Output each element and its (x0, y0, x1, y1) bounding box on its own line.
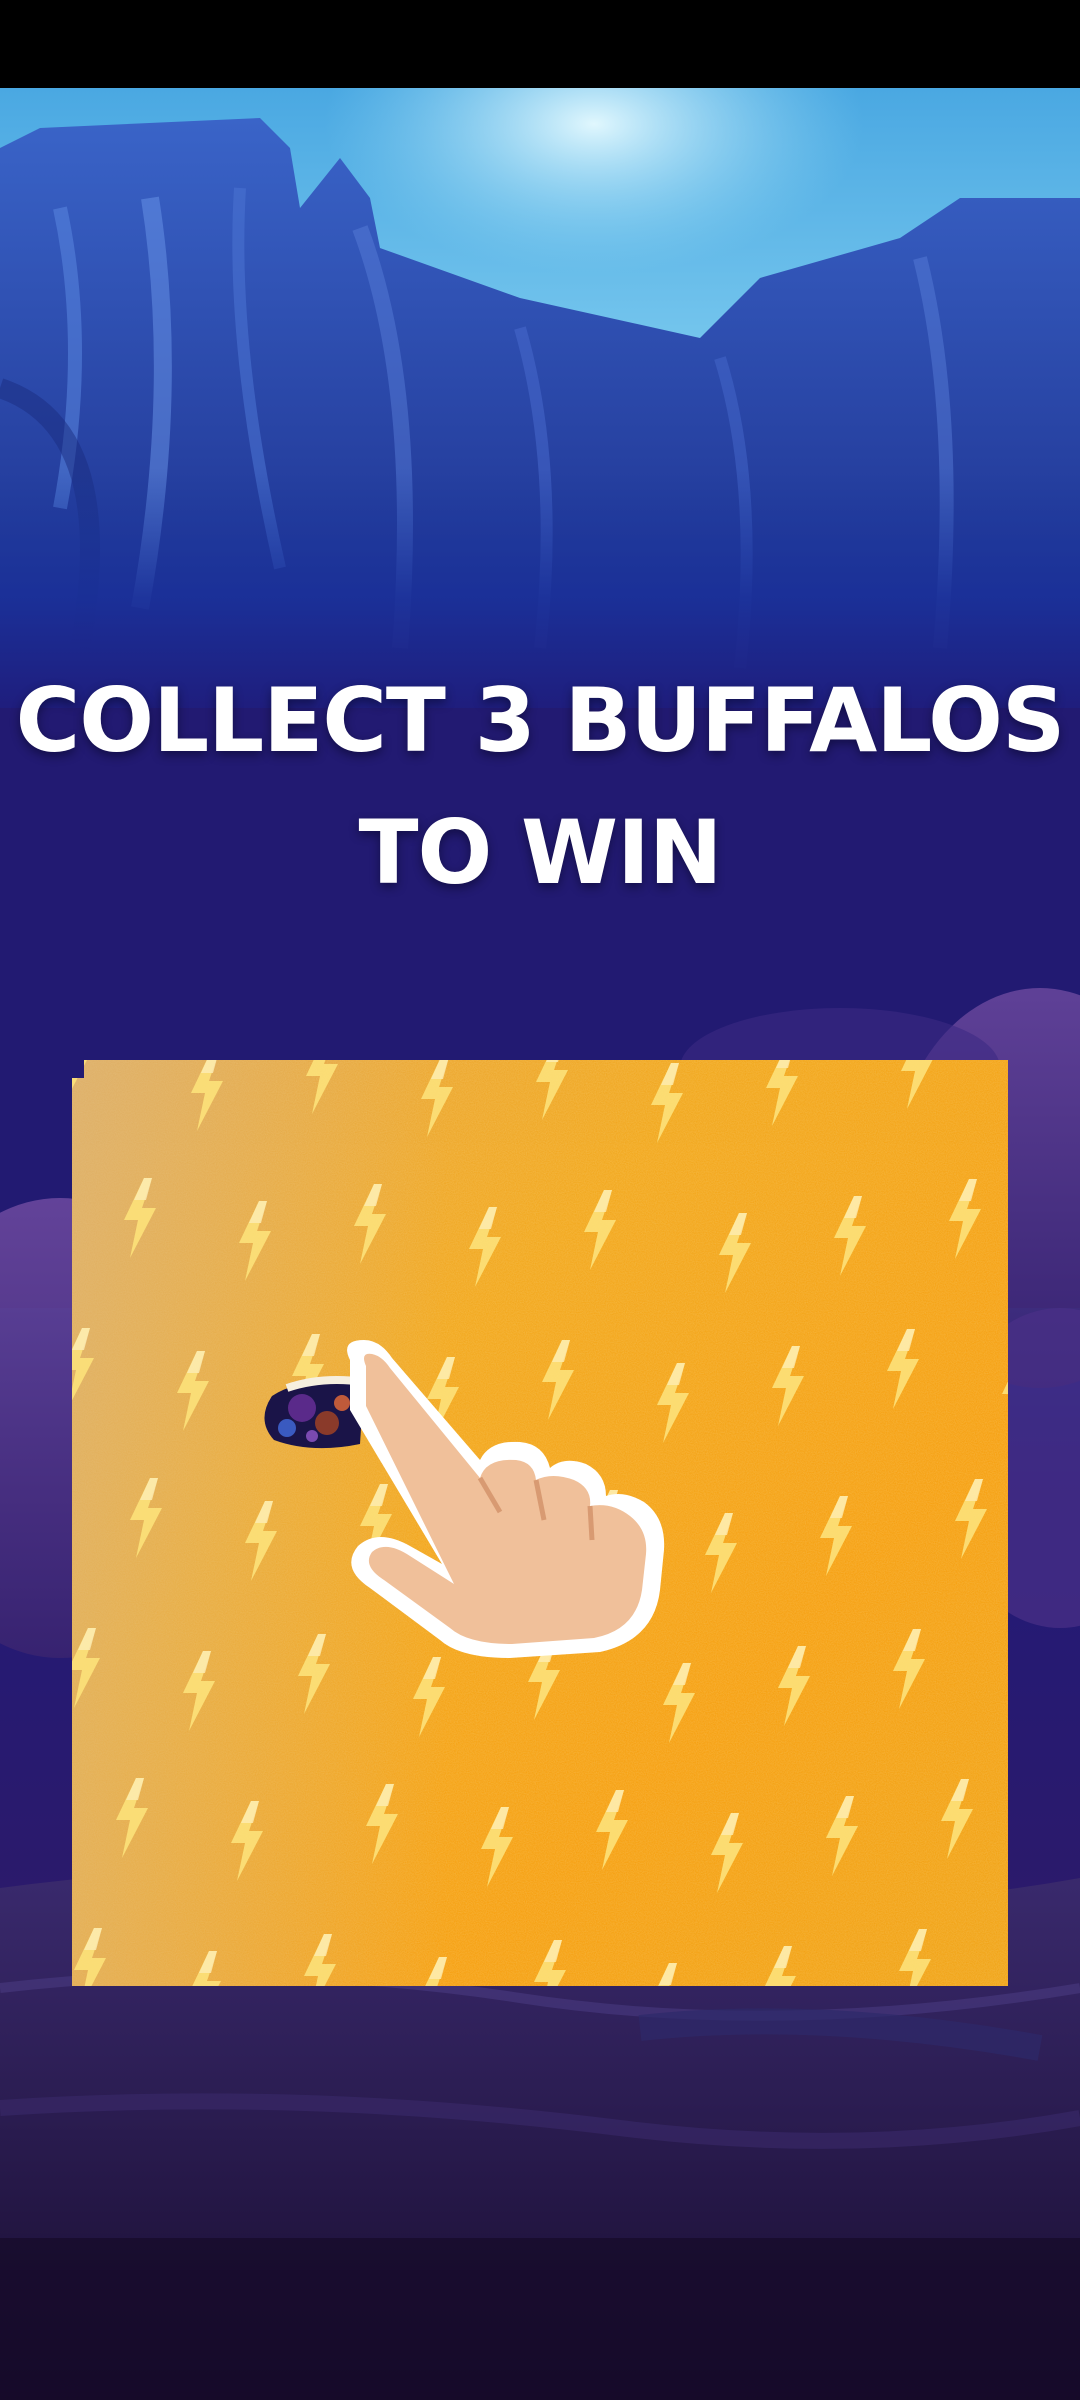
scratch-card[interactable] (72, 1058, 1008, 1986)
headline-line-1: COLLECT 3 BUFFALOS (15, 669, 1066, 772)
headline-line-2: TO WIN (358, 801, 723, 904)
instruction-headline: COLLECT 3 BUFFALOS TO WIN (0, 655, 1080, 919)
game-screen: COLLECT 3 BUFFALOS TO WIN (0, 0, 1080, 2400)
status-bar (0, 0, 1080, 88)
